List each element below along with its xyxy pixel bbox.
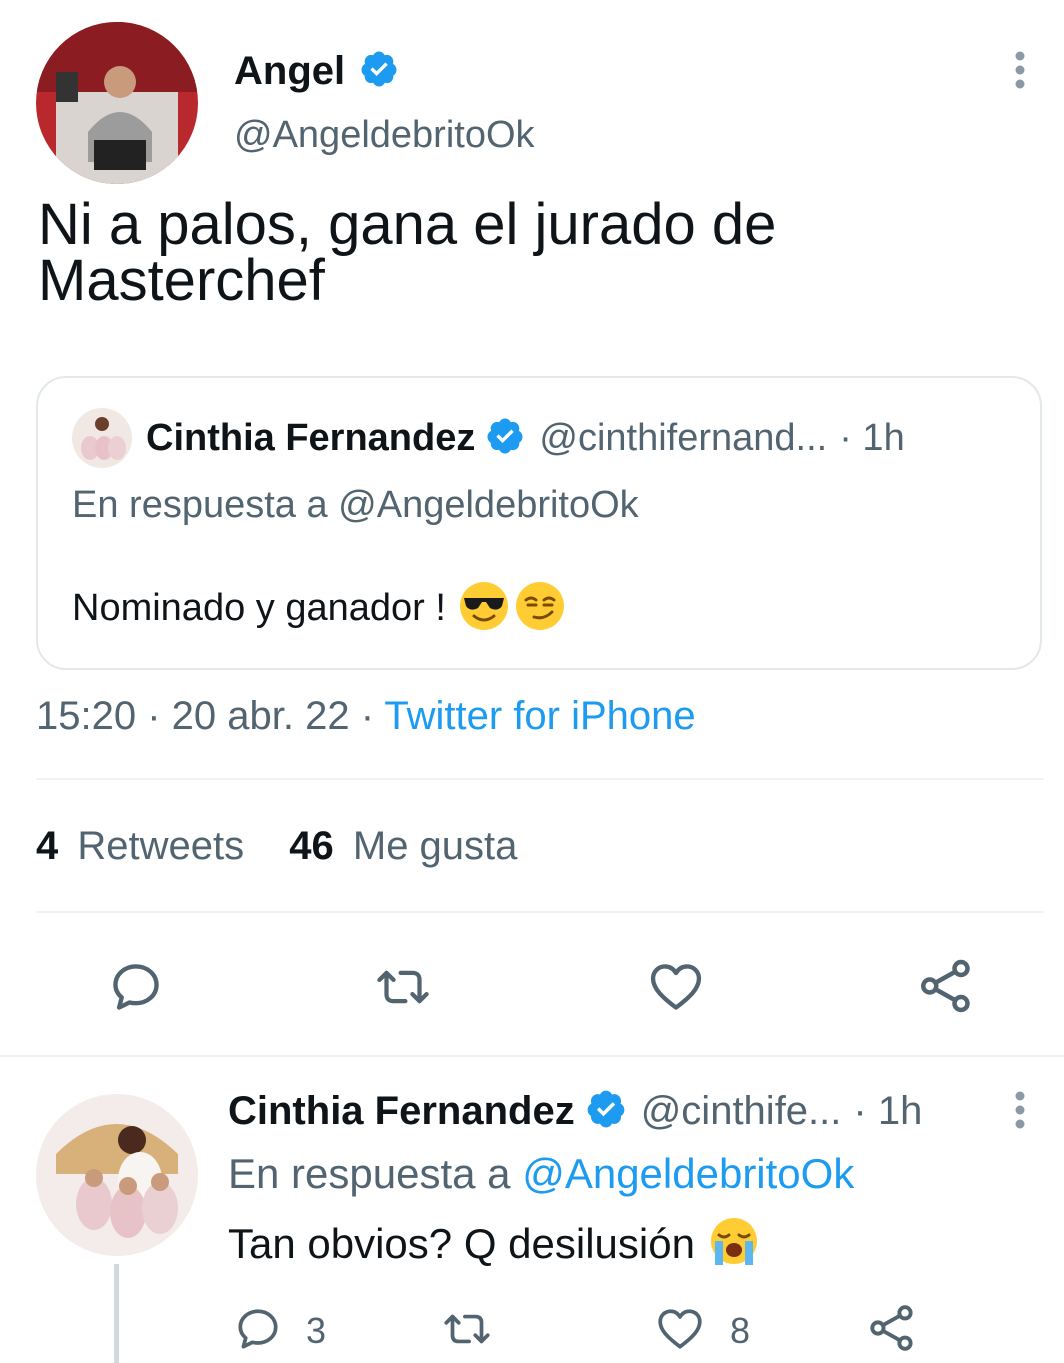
like-count: 8 xyxy=(730,1310,751,1351)
reply-tweet-text: Tan obvios? Q desilusión xyxy=(228,1220,695,1267)
likes-label: Me gusta xyxy=(352,824,518,868)
tweet-source-link[interactable]: Twitter for iPhone xyxy=(384,694,695,738)
tweet-text-line: Ni a palos, gana el jurado de xyxy=(38,192,777,257)
smirking-face-icon xyxy=(514,580,566,637)
divider xyxy=(0,1055,1064,1057)
retweet-icon[interactable] xyxy=(438,1304,496,1354)
quoted-author-handle[interactable]: @cinthifernand... xyxy=(539,417,827,460)
reply-icon[interactable] xyxy=(232,1304,284,1354)
retweets-stat[interactable]: 4 Retweets xyxy=(36,824,255,868)
reply-tweet-time: · 1h xyxy=(853,1088,923,1133)
reply-count: 3 xyxy=(306,1310,327,1351)
quoted-reply-context: En respuesta a @AngeldebritoOk xyxy=(72,484,639,526)
quoted-tweet-text: Nominado y ganador ! xyxy=(72,586,446,629)
quoted-author-avatar[interactable] xyxy=(72,408,132,468)
reply-author-name[interactable]: Cinthia Fernandez xyxy=(228,1089,575,1134)
quoted-tweet-time: · 1h xyxy=(839,416,905,459)
share-icon[interactable] xyxy=(866,1302,918,1354)
divider xyxy=(36,911,1044,913)
like-icon[interactable] xyxy=(654,1304,706,1354)
sunglasses-face-icon xyxy=(458,580,510,637)
loudly-crying-face-icon xyxy=(707,1215,761,1274)
likes-stat[interactable]: 46 Me gusta xyxy=(289,824,517,868)
reply-to-link[interactable]: @AngeldebritoOk xyxy=(522,1150,854,1197)
likes-count: 46 xyxy=(289,824,334,868)
author-name[interactable]: Angel xyxy=(234,49,345,94)
retweets-label: Retweets xyxy=(77,824,245,868)
author-avatar[interactable] xyxy=(36,22,198,184)
reply-author-avatar[interactable] xyxy=(36,1094,198,1256)
reply-context-prefix: En respuesta a xyxy=(228,1150,523,1197)
author-handle[interactable]: @AngeldebritoOk xyxy=(234,114,535,157)
reply-author-handle[interactable]: @cinthife... xyxy=(641,1089,842,1134)
tweet-text-line: Masterchef xyxy=(38,248,325,313)
reply-icon[interactable] xyxy=(106,958,166,1016)
more-options-icon[interactable] xyxy=(1006,48,1034,92)
tweet-timestamp: 15:20 · 20 abr. 22 · xyxy=(36,694,385,738)
verified-badge-icon xyxy=(359,49,399,94)
quoted-author-name[interactable]: Cinthia Fernandez xyxy=(146,417,475,460)
verified-badge-icon xyxy=(485,416,525,461)
more-options-icon[interactable] xyxy=(1006,1088,1034,1132)
divider xyxy=(36,778,1044,780)
share-icon[interactable] xyxy=(916,956,976,1016)
thread-line xyxy=(114,1264,119,1363)
retweets-count: 4 xyxy=(36,824,59,868)
retweet-icon[interactable] xyxy=(370,958,436,1016)
tweet-text: Ni a palos, gana el jurado de Masterchef xyxy=(38,196,776,314)
like-icon[interactable] xyxy=(646,958,706,1016)
verified-badge-icon xyxy=(585,1088,627,1135)
